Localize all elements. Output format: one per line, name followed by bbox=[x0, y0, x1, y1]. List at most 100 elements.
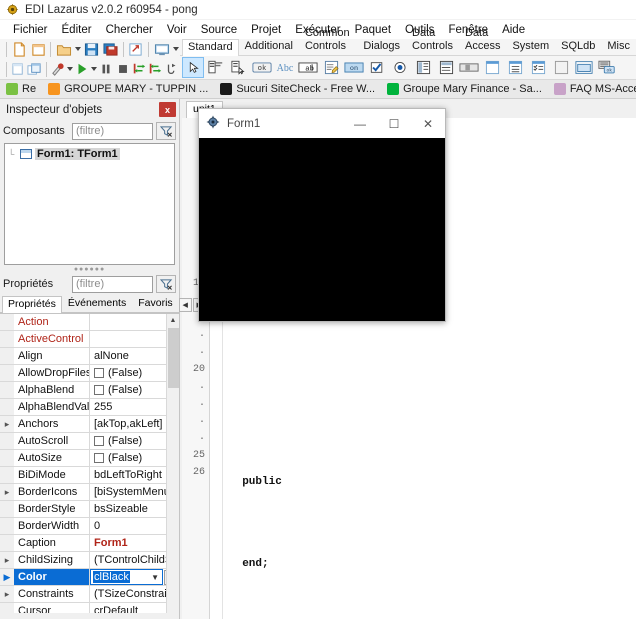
open-dropdown-chevron-down-icon[interactable] bbox=[73, 40, 82, 59]
taskbar-item-groupe-mary-tuppin[interactable]: GROUPE MARY - TUPPIN ... bbox=[42, 80, 214, 98]
tedit-icon[interactable]: ab bbox=[297, 57, 319, 78]
tradiobutton-icon[interactable] bbox=[389, 57, 411, 78]
menu-fichier[interactable]: Fichier bbox=[6, 22, 55, 38]
property-grid-scrollbar[interactable]: ▲ bbox=[166, 314, 179, 613]
components-filter-input[interactable]: (filtre) bbox=[72, 122, 153, 140]
menu-projet[interactable]: Projet bbox=[244, 22, 288, 38]
build-icon[interactable] bbox=[50, 60, 66, 79]
property-grid[interactable]: Action ActiveControl Align alNone AllowD… bbox=[0, 313, 179, 613]
tframe-icon[interactable] bbox=[573, 57, 595, 78]
palette-tab-standard[interactable]: Standard bbox=[182, 39, 239, 56]
taskbar-item-faq-ms-access[interactable]: FAQ MS-Access bbox=[548, 80, 636, 98]
checkbox-unchecked-icon[interactable] bbox=[94, 453, 104, 463]
table-row[interactable]: AllowDropFiles (False) bbox=[0, 365, 179, 382]
taskbar-item-sucuri-sitecheck[interactable]: Sucuri SiteCheck - Free W... bbox=[214, 80, 381, 98]
toggle-form-unit-icon[interactable] bbox=[127, 40, 146, 59]
table-row[interactable]: ▸ BorderIcons [biSystemMenu,b bbox=[0, 484, 179, 501]
table-row[interactable]: BiDiMode bdLeftToRight bbox=[0, 467, 179, 484]
table-row[interactable]: AlphaBlendValu 255 bbox=[0, 399, 179, 416]
tradiogroup-icon[interactable] bbox=[504, 57, 526, 78]
table-row[interactable]: BorderWidth 0 bbox=[0, 518, 179, 535]
palette-tab-misc[interactable]: Misc bbox=[601, 38, 636, 55]
tpanel-icon[interactable] bbox=[550, 57, 572, 78]
tab-evenements[interactable]: Événements bbox=[62, 295, 132, 312]
checkbox-unchecked-icon[interactable] bbox=[94, 385, 104, 395]
palette-tab-sqldb[interactable]: SQLdb bbox=[555, 38, 601, 55]
new-form-icon[interactable] bbox=[10, 60, 26, 79]
tbutton-icon[interactable]: ok bbox=[251, 57, 273, 78]
tlistbox-icon[interactable] bbox=[412, 57, 434, 78]
table-row[interactable]: Caption Form1 bbox=[0, 535, 179, 552]
form1-designer-window[interactable]: Form1 — ☐ ✕ bbox=[198, 108, 446, 322]
filter-clear-icon[interactable] bbox=[156, 122, 176, 140]
tcheckbox-icon[interactable] bbox=[366, 57, 388, 78]
palette-tab-dialogs[interactable]: Dialogs bbox=[357, 38, 406, 55]
palette-tab-additional[interactable]: Additional bbox=[239, 38, 299, 55]
menu-voir[interactable]: Voir bbox=[160, 22, 194, 38]
object-inspector-tabbar[interactable]: Propriétés Événements Favoris ◀ ▶ bbox=[0, 295, 206, 313]
step-out-icon[interactable] bbox=[164, 60, 180, 79]
view-units-icon[interactable] bbox=[152, 40, 171, 59]
components-tree[interactable]: └ Form1: TForm1 bbox=[4, 143, 175, 265]
filter-clear-icon[interactable] bbox=[156, 275, 176, 293]
tmainmenu-icon[interactable] bbox=[205, 57, 227, 78]
table-row[interactable]: AutoSize (False) bbox=[0, 450, 179, 467]
row-expander-chevron-right-icon[interactable]: ▸ bbox=[0, 586, 14, 602]
menu-source[interactable]: Source bbox=[194, 22, 244, 38]
palette-tab-system[interactable]: System bbox=[506, 38, 555, 55]
tscrollbar-icon[interactable] bbox=[458, 57, 480, 78]
build-dropdown-chevron-down-icon[interactable] bbox=[66, 60, 74, 79]
table-row[interactable]: ▸ Constraints (TSizeConstraints bbox=[0, 586, 179, 603]
color-combobox[interactable]: clBlack ▼ bbox=[90, 569, 163, 585]
checkbox-unchecked-icon[interactable] bbox=[94, 368, 104, 378]
form1-titlebar[interactable]: Form1 — ☐ ✕ bbox=[199, 109, 445, 138]
table-row[interactable]: Cursor crDefault bbox=[0, 603, 179, 613]
panel-splitter[interactable]: ●●●●●● bbox=[0, 265, 179, 273]
step-over-icon[interactable] bbox=[131, 60, 147, 79]
save-icon[interactable] bbox=[82, 40, 101, 59]
tcombobox-icon[interactable] bbox=[435, 57, 457, 78]
palette-tab-common-controls[interactable]: Common Controls bbox=[299, 25, 357, 55]
open-folder-icon[interactable] bbox=[54, 40, 73, 59]
menu-chercher[interactable]: Chercher bbox=[99, 22, 160, 38]
run-dropdown-chevron-down-icon[interactable] bbox=[90, 60, 98, 79]
new-file-icon[interactable] bbox=[10, 40, 29, 59]
palette-tab-data-controls[interactable]: Data Controls bbox=[406, 25, 459, 55]
chevron-down-icon[interactable]: ▼ bbox=[151, 573, 161, 582]
save-all-icon[interactable] bbox=[101, 40, 120, 59]
tgroupbox-icon[interactable] bbox=[481, 57, 503, 78]
step-into-icon[interactable] bbox=[147, 60, 163, 79]
tab-scroll-left-icon[interactable]: ◀ bbox=[178, 298, 192, 312]
checkbox-unchecked-icon[interactable] bbox=[94, 436, 104, 446]
pointer-icon[interactable] bbox=[182, 57, 204, 78]
maximize-icon[interactable]: ☐ bbox=[377, 109, 411, 138]
pause-icon[interactable] bbox=[98, 60, 114, 79]
row-expander-chevron-right-icon[interactable]: ▸ bbox=[0, 484, 14, 500]
taskbar-item-re[interactable]: Re bbox=[0, 80, 42, 98]
scroll-up-icon[interactable]: ▲ bbox=[167, 314, 179, 327]
table-row[interactable]: Action bbox=[0, 314, 179, 331]
table-row-color-selected[interactable]: ▶ Color clBlack ▼ ... bbox=[0, 569, 179, 586]
palette-tabbar[interactable]: Standard Additional Common Controls Dial… bbox=[180, 27, 636, 56]
ttogglebox-icon[interactable]: on bbox=[343, 57, 365, 78]
minimize-icon[interactable]: — bbox=[343, 109, 377, 138]
stop-icon[interactable] bbox=[114, 60, 130, 79]
tcheckgroup-icon[interactable] bbox=[527, 57, 549, 78]
row-expander-chevron-right-icon[interactable]: ▸ bbox=[0, 552, 14, 568]
close-icon[interactable]: x bbox=[159, 102, 176, 117]
view-forms-icon[interactable] bbox=[26, 60, 42, 79]
tree-node-form1[interactable]: └ Form1: TForm1 bbox=[8, 148, 171, 160]
table-row[interactable]: ActiveControl bbox=[0, 331, 179, 348]
run-icon[interactable] bbox=[74, 60, 90, 79]
table-row[interactable]: AutoScroll (False) bbox=[0, 433, 179, 450]
table-row[interactable]: ▸ Anchors [akTop,akLeft] bbox=[0, 416, 179, 433]
scrollbar-thumb[interactable] bbox=[168, 328, 179, 388]
row-expander-chevron-right-icon[interactable]: ▸ bbox=[0, 416, 14, 432]
new-unit-icon[interactable] bbox=[29, 40, 48, 59]
tab-proprietes[interactable]: Propriétés bbox=[2, 296, 62, 313]
table-row[interactable]: Align alNone bbox=[0, 348, 179, 365]
palette-tab-data-access[interactable]: Data Access bbox=[459, 25, 506, 55]
tactionlist-icon[interactable]: ok bbox=[596, 57, 618, 78]
table-row[interactable]: BorderStyle bsSizeable bbox=[0, 501, 179, 518]
table-row[interactable]: ▸ ChildSizing (TControlChildSi bbox=[0, 552, 179, 569]
